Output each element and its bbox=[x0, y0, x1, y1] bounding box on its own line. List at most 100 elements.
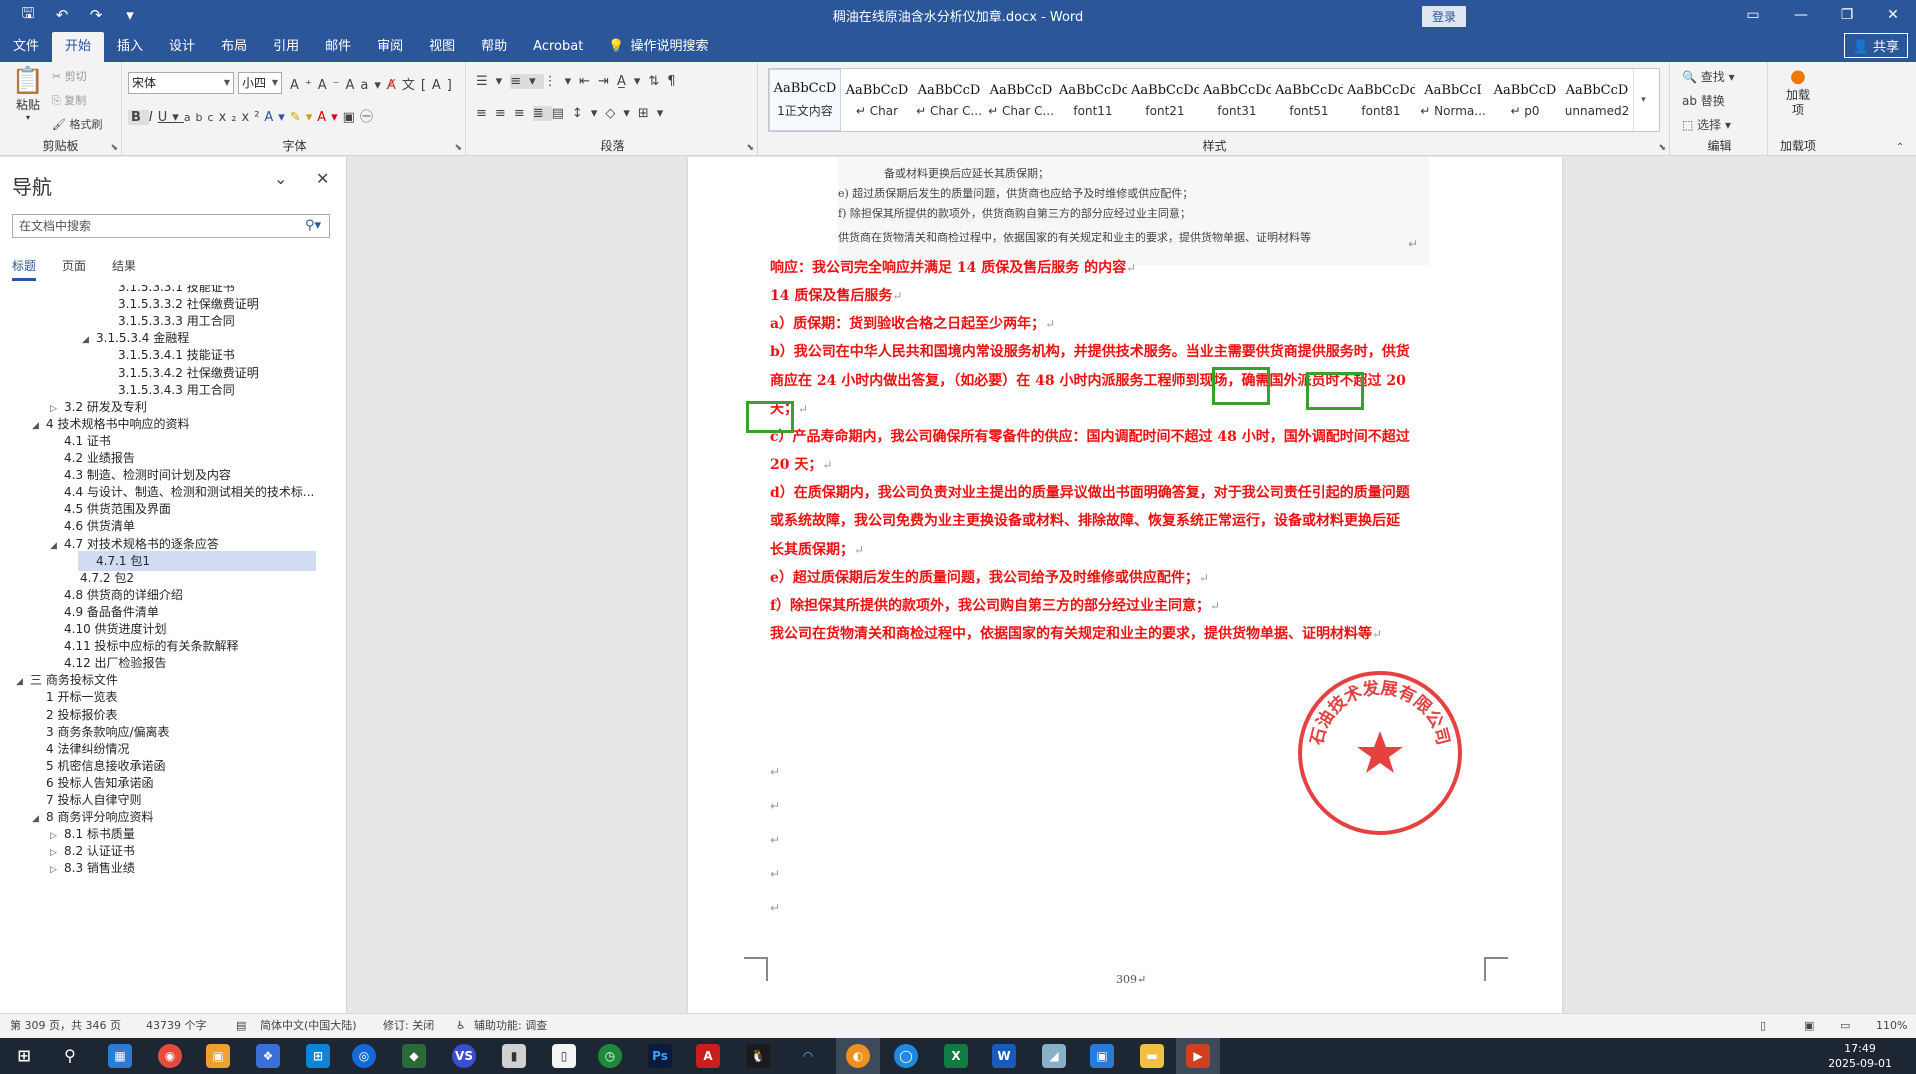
cut-button[interactable]: ✂ 剪切 bbox=[52, 68, 87, 84]
text-effects-icon[interactable]: A▾ bbox=[264, 110, 289, 125]
shading-icon[interactable]: ◇▾ bbox=[605, 106, 638, 121]
close-icon[interactable]: ✕ bbox=[1870, 0, 1916, 30]
expanded-triangle-icon[interactable]: ◢ bbox=[32, 809, 46, 829]
clear-format-icon[interactable]: A̸ bbox=[387, 78, 402, 93]
collapse-ribbon-icon[interactable]: ⌃ bbox=[1896, 142, 1904, 153]
app-icon[interactable]: ◠ bbox=[796, 1044, 820, 1068]
paragraph-launcher-icon[interactable]: ⬊ bbox=[746, 143, 754, 153]
styles-more-icon[interactable]: ▾ bbox=[1633, 69, 1653, 131]
tab-help[interactable]: 帮助 bbox=[468, 32, 520, 62]
style-item[interactable]: AaBbCcD unnamed2 bbox=[1561, 69, 1633, 131]
minimize-icon[interactable]: — bbox=[1778, 0, 1824, 30]
tab-references[interactable]: 引用 bbox=[260, 32, 312, 62]
strikethrough-icon[interactable]: abc bbox=[184, 111, 219, 124]
numbering-icon[interactable]: ≡▾ bbox=[510, 74, 544, 89]
status-accessibility[interactable]: 辅助功能: 调查 bbox=[474, 1014, 547, 1038]
highlight-icon[interactable]: ✎▾ bbox=[290, 110, 317, 125]
login-button[interactable]: 登录 bbox=[1421, 6, 1466, 27]
file-icon[interactable]: ▮ bbox=[502, 1044, 526, 1068]
underline-icon[interactable]: U▾ bbox=[158, 110, 184, 125]
ribbon-display-options-icon[interactable]: ▭ bbox=[1730, 0, 1776, 30]
addins-button[interactable]: ● 加载项 bbox=[1778, 66, 1818, 118]
bold-icon[interactable]: B bbox=[128, 110, 149, 125]
clock-app-icon[interactable]: ◷ bbox=[598, 1044, 622, 1068]
calculator-icon[interactable]: ▦ bbox=[108, 1044, 132, 1068]
undo-icon[interactable]: ↶ bbox=[52, 6, 72, 24]
read-mode-icon[interactable]: ▯ bbox=[1760, 1014, 1766, 1038]
qq-icon[interactable]: 🐧 bbox=[746, 1044, 770, 1068]
tab-mailings[interactable]: 邮件 bbox=[312, 32, 364, 62]
tab-review[interactable]: 审阅 bbox=[364, 32, 416, 62]
app-icon[interactable]: ◢ bbox=[1042, 1044, 1066, 1068]
nav-close-icon[interactable]: ✕ bbox=[316, 169, 329, 188]
style-item[interactable]: AaBbCcD 1正文内容 bbox=[769, 69, 841, 131]
align-right-icon[interactable]: ≡ bbox=[514, 106, 533, 121]
status-track-changes[interactable]: 修订: 关闭 bbox=[383, 1014, 434, 1038]
collapsed-triangle-icon[interactable]: ▷ bbox=[50, 860, 64, 880]
restore-icon[interactable]: ❐ bbox=[1824, 0, 1870, 30]
nav-heading-item[interactable]: ▷ 8.3 销售业绩 bbox=[50, 858, 135, 878]
font-color-icon[interactable]: A▾ bbox=[317, 110, 342, 125]
style-item[interactable]: AaBbCcI ↵ Norma... bbox=[1417, 69, 1489, 131]
tab-design[interactable]: 设计 bbox=[156, 32, 208, 62]
replace-button[interactable]: ab 替换 bbox=[1682, 92, 1725, 109]
subscript-icon[interactable]: x₂ bbox=[219, 110, 242, 125]
sort-icon[interactable]: ⇅ bbox=[648, 74, 667, 89]
photoshop-icon[interactable]: Ps bbox=[648, 1044, 672, 1068]
save-icon[interactable]: 🖫 bbox=[18, 3, 38, 28]
status-page[interactable]: 第 309 页，共 346 页 bbox=[10, 1014, 121, 1038]
search-icon[interactable]: ⚲▾ bbox=[305, 215, 321, 237]
expanded-triangle-icon[interactable]: ◢ bbox=[50, 536, 64, 556]
tab-insert[interactable]: 插入 bbox=[104, 32, 156, 62]
italic-icon[interactable]: I bbox=[149, 110, 158, 125]
find-button[interactable]: 🔍 查找 ▾ bbox=[1682, 68, 1735, 85]
app-icon[interactable]: ◆ bbox=[402, 1044, 426, 1068]
tab-view[interactable]: 视图 bbox=[416, 32, 468, 62]
multilevel-list-icon[interactable]: ⋮▾ bbox=[544, 74, 580, 89]
accessibility-icon[interactable]: ♿ bbox=[456, 1014, 466, 1038]
nav-tab-pages[interactable]: 页面 bbox=[62, 257, 86, 281]
font-name-combo[interactable]: 宋体 ▼ bbox=[128, 72, 234, 94]
word-icon[interactable]: W bbox=[992, 1044, 1016, 1068]
nav-options-icon[interactable]: ⌄ bbox=[274, 169, 287, 188]
proofing-icon[interactable]: ▤ bbox=[236, 1014, 246, 1038]
font-launcher-icon[interactable]: ⬊ bbox=[454, 143, 462, 153]
format-painter-button[interactable]: 🖌 格式刷 bbox=[52, 116, 102, 132]
bullets-icon[interactable]: ☰▾ bbox=[476, 74, 510, 89]
style-item[interactable]: AaBbCcDdEe font81 bbox=[1345, 69, 1417, 131]
expanded-triangle-icon[interactable]: ◢ bbox=[16, 672, 30, 692]
font-size-combo[interactable]: 小四 ▼ bbox=[238, 72, 282, 94]
align-center-icon[interactable]: ≡ bbox=[495, 106, 514, 121]
change-case-icon[interactable]: Aa▾ bbox=[346, 78, 387, 93]
file-explorer-icon[interactable]: ▬ bbox=[1140, 1044, 1164, 1068]
justify-icon[interactable]: ≣ bbox=[532, 106, 552, 121]
style-item[interactable]: AaBbCcD ↵ Char C... bbox=[913, 69, 985, 131]
style-item[interactable]: AaBbCcDdI font11 bbox=[1057, 69, 1129, 131]
paste-button[interactable]: 📋 粘贴 ▾ bbox=[10, 66, 46, 122]
app-icon[interactable]: ◐ bbox=[846, 1044, 870, 1068]
photos-icon[interactable]: ▣ bbox=[206, 1044, 230, 1068]
app-icon[interactable]: ◯ bbox=[894, 1044, 918, 1068]
enclose-char-icon[interactable]: ㊀ bbox=[360, 110, 378, 125]
style-item[interactable]: AaBbCcD ↵ p0 bbox=[1489, 69, 1561, 131]
borders-icon[interactable]: ⊞▾ bbox=[638, 106, 671, 121]
styles-launcher-icon[interactable]: ⬊ bbox=[1658, 143, 1666, 153]
tab-home[interactable]: 开始 bbox=[52, 32, 105, 62]
expanded-triangle-icon[interactable]: ◢ bbox=[32, 416, 46, 436]
search-icon[interactable]: ⚲ bbox=[58, 1044, 82, 1068]
line-spacing-icon[interactable]: ↕▾ bbox=[572, 106, 605, 121]
style-item[interactable]: AaBbCcDdEe font31 bbox=[1201, 69, 1273, 131]
decrease-indent-icon[interactable]: ⇤ bbox=[579, 74, 598, 89]
chinese-layout-icon[interactable]: A̲▾ bbox=[617, 74, 648, 89]
task-view-icon[interactable]: ❖ bbox=[256, 1044, 280, 1068]
share-button[interactable]: 👤 共享 bbox=[1843, 33, 1908, 58]
web-layout-icon[interactable]: ▭ bbox=[1840, 1014, 1850, 1038]
customize-qat-icon[interactable]: ▾ bbox=[120, 6, 140, 24]
show-marks-icon[interactable]: ¶ bbox=[667, 74, 683, 89]
tab-file[interactable]: 文件 bbox=[0, 32, 52, 62]
nav-search-input[interactable]: 在文档中搜索 ⚲▾ bbox=[12, 214, 330, 238]
browser-icon[interactable]: ◉ bbox=[158, 1044, 182, 1068]
superscript-icon[interactable]: x² bbox=[242, 110, 265, 125]
distributed-icon[interactable]: ▤ bbox=[552, 106, 572, 121]
nav-tab-results[interactable]: 结果 bbox=[112, 257, 136, 281]
